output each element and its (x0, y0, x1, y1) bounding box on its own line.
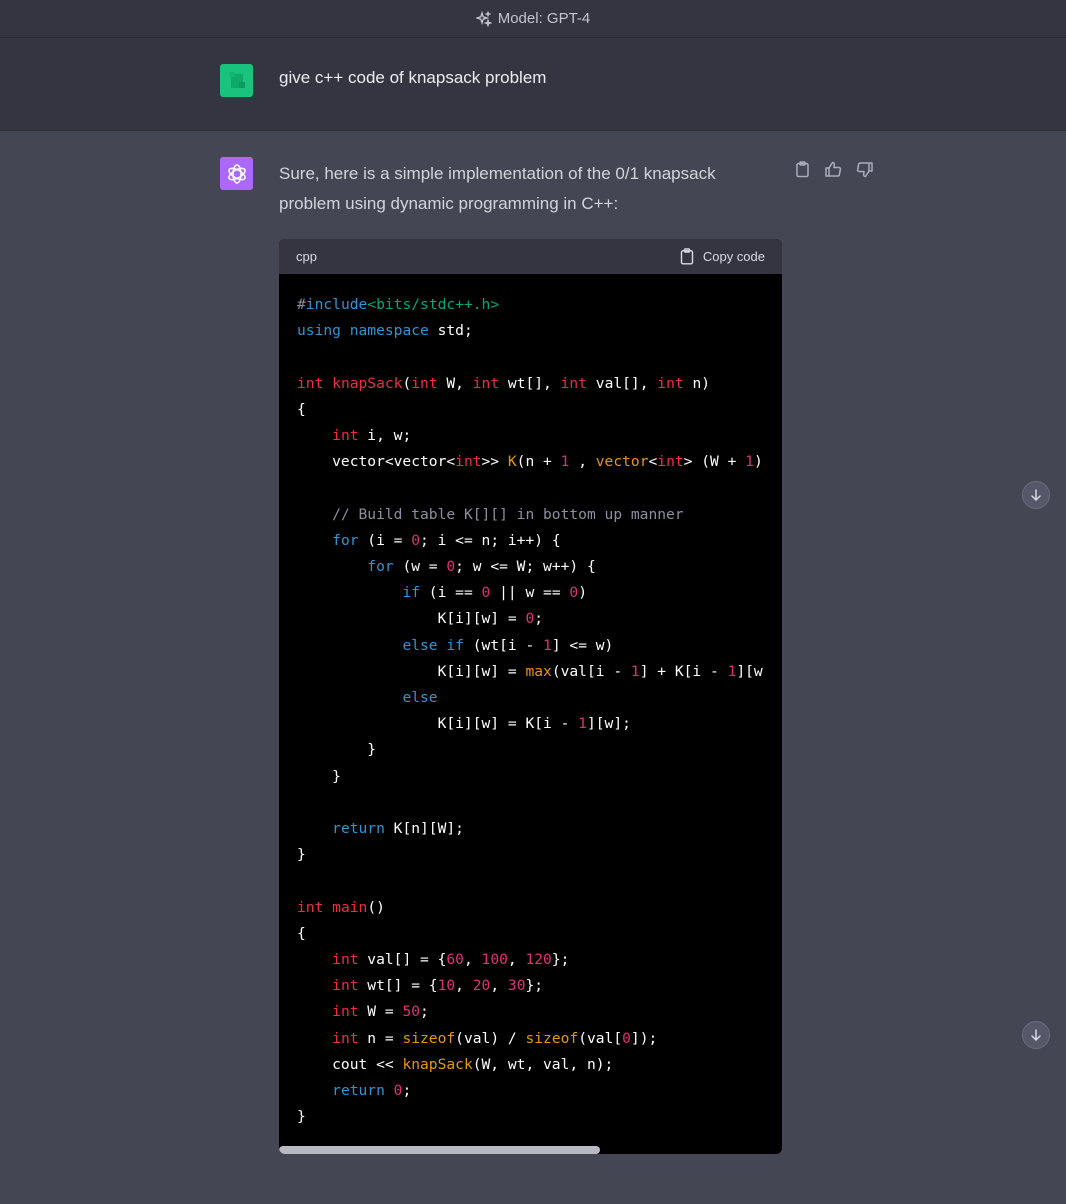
model-label: Model: GPT-4 (497, 10, 591, 27)
thumbs-down-icon[interactable] (855, 160, 874, 179)
sparkle-icon (475, 10, 492, 27)
assistant-intro-text: Sure, here is a simple implementation of… (279, 164, 716, 213)
code-content: #include<bits/stdc++.h> using namespace … (279, 274, 782, 1154)
user-avatar (220, 64, 253, 97)
assistant-message-row: Sure, here is a simple implementation of… (0, 131, 1066, 1204)
user-message-row: give c++ code of knapsack problem (0, 38, 1066, 131)
top-bar: Model: GPT-4 (0, 0, 1066, 38)
clipboard-icon (679, 248, 695, 265)
code-text: #include<bits/stdc++.h> using namespace … (297, 296, 763, 1126)
scroll-down-button[interactable] (1022, 481, 1050, 509)
copy-code-label: Copy code (702, 249, 765, 264)
user-message-text: give c++ code of knapsack problem (279, 68, 547, 87)
clipboard-icon[interactable] (793, 160, 812, 179)
message-actions (793, 160, 874, 179)
thumbs-up-icon[interactable] (824, 160, 843, 179)
code-header: cpp Copy code (279, 239, 782, 274)
openai-logo-icon (220, 157, 253, 190)
code-block: cpp Copy code #include<bits/stdc++.h> us… (279, 239, 782, 1154)
arrow-down-icon (1029, 1028, 1043, 1042)
code-language-label: cpp (296, 249, 317, 264)
arrow-down-icon (1029, 488, 1043, 502)
scroll-down-button[interactable] (1022, 1021, 1050, 1049)
copy-code-button[interactable]: Copy code (679, 248, 765, 265)
horizontal-scrollbar[interactable] (279, 1146, 600, 1154)
